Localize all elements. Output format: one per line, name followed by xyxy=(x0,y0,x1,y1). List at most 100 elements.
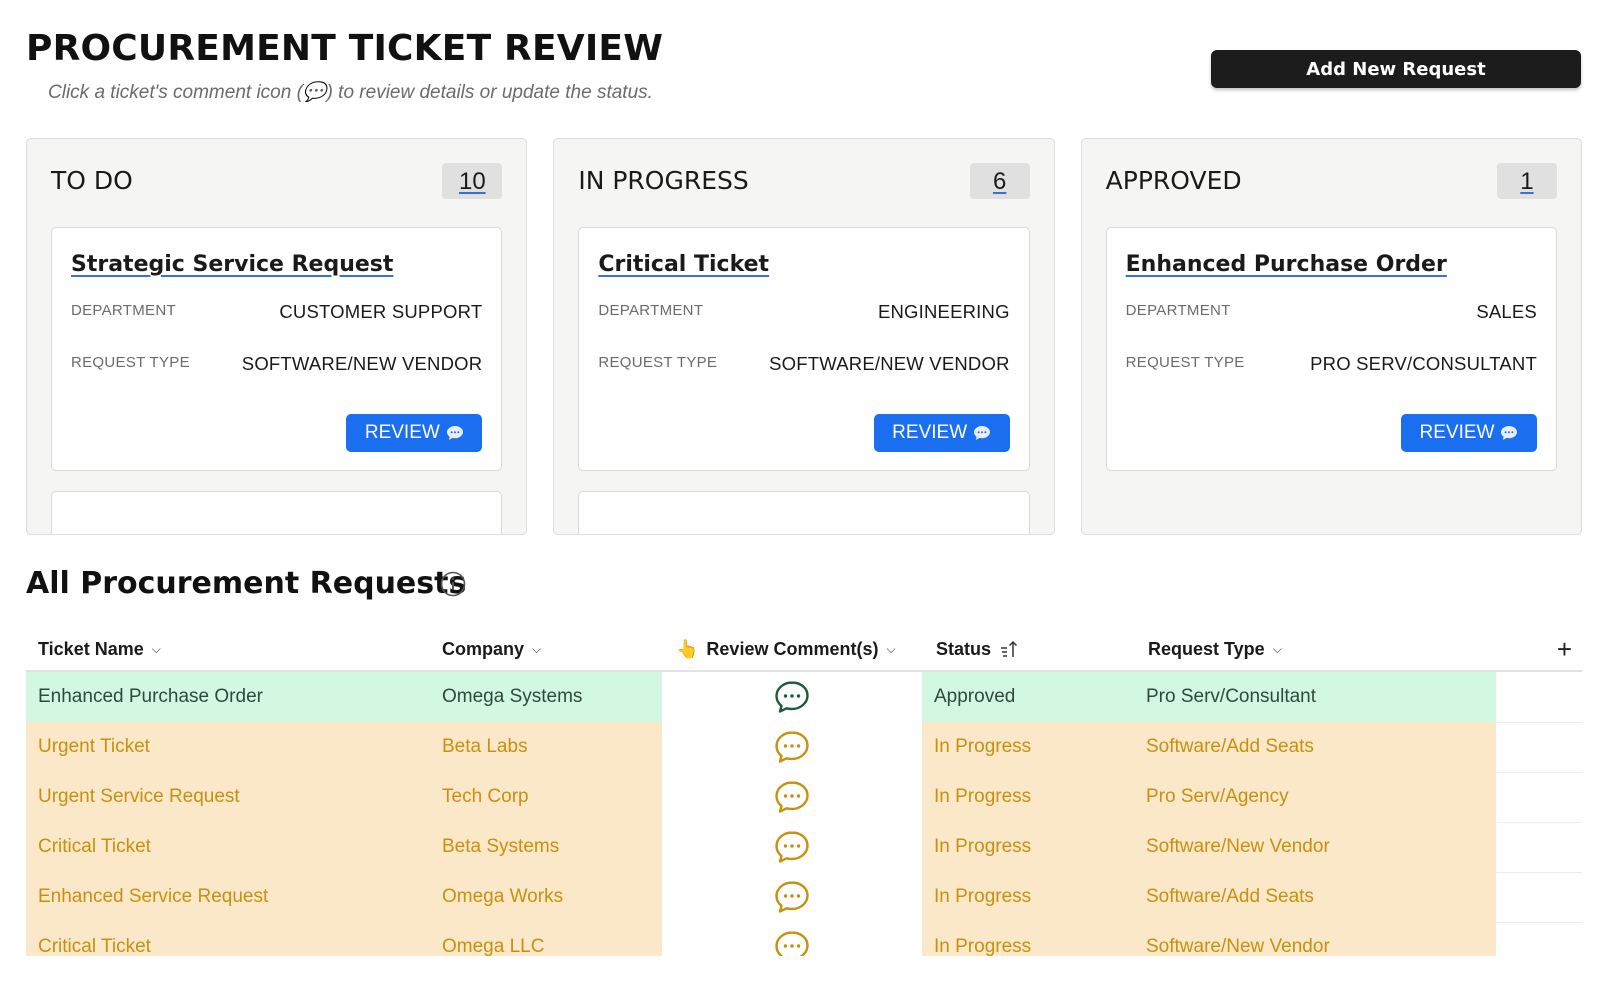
column-header-company[interactable]: Company ⌵ xyxy=(442,628,541,670)
column-header-label: Review Comment(s) xyxy=(706,639,879,659)
request-type-label: REQUEST TYPE xyxy=(71,354,190,371)
ticket-card-title[interactable]: Strategic Service Request xyxy=(71,252,393,277)
ticket-card: Enhanced Purchase Order DEPARTMENT SALES… xyxy=(1105,227,1557,471)
department-label: DEPARTMENT xyxy=(1125,302,1231,319)
table-row[interactable]: Urgent Service Request Tech Corp In Progre… xyxy=(26,772,1582,823)
table-row[interactable]: Enhanced Service Request Omega Works In Pr… xyxy=(26,872,1582,923)
ticket-card-title[interactable]: Enhanced Purchase Order xyxy=(1126,252,1447,277)
ticket-card: Critical Ticket DEPARTMENT ENGINEERING R… xyxy=(578,227,1030,471)
table-header: Ticket Name ⌵ Company ⌵ 👆 Review Comment… xyxy=(26,628,1582,672)
column-title: IN PROGRESS xyxy=(578,166,749,195)
table-row[interactable]: Critical Ticket Beta Systems In Progress So… xyxy=(26,822,1582,873)
cell-request-type[interactable]: Software/New Vendor xyxy=(1134,922,1496,956)
table-row[interactable]: Urgent Ticket Beta Labs In Progress Softwar… xyxy=(26,722,1582,773)
cell-request-type[interactable]: Software/Add Seats xyxy=(1134,722,1496,772)
column-count-badge[interactable]: 6 xyxy=(969,163,1030,199)
speech-bubble-icon xyxy=(1501,426,1518,440)
table-row[interactable]: Enhanced Purchase Order Omega Systems Appr… xyxy=(26,672,1582,723)
comment-icon[interactable] xyxy=(774,730,810,764)
cell-status[interactable]: In Progress xyxy=(922,922,1134,956)
request-type-value: PRO SERV/CONSULTANT xyxy=(1310,353,1537,374)
column-header-label: Status xyxy=(936,639,992,659)
ticket-card-title[interactable]: Critical Ticket xyxy=(598,252,769,277)
page-title: PROCUREMENT TICKET REVIEW xyxy=(26,28,664,69)
cell-status[interactable]: In Progress xyxy=(922,822,1134,872)
request-type-label: REQUEST TYPE xyxy=(598,354,718,371)
cell-ticket-name[interactable]: Enhanced Purchase Order xyxy=(26,672,430,722)
cell-review-comments xyxy=(662,872,922,922)
cell-status[interactable]: In Progress xyxy=(922,722,1134,772)
speech-bubble-icon xyxy=(974,426,991,440)
cell-review-comments xyxy=(662,672,922,722)
column-title: APPROVED xyxy=(1105,166,1242,195)
cell-ticket-name[interactable]: Urgent Ticket xyxy=(26,722,430,772)
cell-ticket-name[interactable]: Urgent Service Request xyxy=(26,772,430,822)
ticket-card-partial xyxy=(578,491,1030,534)
cell-company[interactable]: Beta Systems xyxy=(430,822,662,872)
column-count-badge[interactable]: 10 xyxy=(442,163,503,199)
department-value: CUSTOMER SUPPORT xyxy=(279,301,483,322)
cell-status[interactable]: Approved xyxy=(922,672,1134,722)
chevron-down-icon: ⌵ xyxy=(532,642,542,656)
cell-status[interactable]: In Progress xyxy=(922,872,1134,922)
review-button-label: REVIEW xyxy=(364,422,440,443)
chevron-down-icon: ⌵ xyxy=(151,642,161,656)
procurement-requests-table: Ticket Name ⌵ Company ⌵ 👆 Review Comment… xyxy=(26,628,1582,956)
sort-ascending-icon xyxy=(1001,640,1018,657)
review-button-label: REVIEW xyxy=(892,422,968,443)
pointing-hand-icon: 👆 xyxy=(676,639,699,659)
cell-company[interactable]: Beta Labs xyxy=(430,722,662,772)
comment-icon[interactable] xyxy=(774,830,810,864)
chevron-down-icon: ⌵ xyxy=(886,642,896,656)
ticket-card-partial xyxy=(51,491,503,534)
cell-ticket-name[interactable]: Critical Ticket xyxy=(26,822,430,872)
cell-ticket-name[interactable]: Enhanced Service Request xyxy=(26,872,430,922)
cell-status[interactable]: In Progress xyxy=(922,772,1134,822)
cell-request-type[interactable]: Pro Serv/Consultant xyxy=(1134,672,1496,722)
column-header-ticket-name[interactable]: Ticket Name ⌵ xyxy=(38,628,161,670)
info-icon[interactable] xyxy=(440,571,466,597)
cell-ticket-name[interactable]: Critical Ticket xyxy=(26,922,430,956)
column-header-label: Company xyxy=(442,639,525,659)
section-title: All Procurement Requests xyxy=(26,566,467,601)
department-value: ENGINEERING xyxy=(877,301,1010,322)
cell-company[interactable]: Omega Works xyxy=(430,872,662,922)
cell-request-type[interactable]: Software/Add Seats xyxy=(1134,872,1496,922)
speech-bubble-icon xyxy=(446,426,463,440)
ticket-card: Strategic Service Request DEPARTMENT CUS… xyxy=(51,227,503,471)
review-button[interactable]: REVIEW xyxy=(346,414,483,452)
column-header-request-type[interactable]: Request Type ⌵ xyxy=(1148,628,1282,670)
comment-icon[interactable] xyxy=(774,680,810,714)
table-row[interactable]: Critical Ticket Omega LLC In Progress Softw… xyxy=(26,922,1582,956)
request-type-label: REQUEST TYPE xyxy=(1125,354,1245,371)
column-title: TO DO xyxy=(51,166,133,195)
comment-icon[interactable] xyxy=(774,930,810,956)
kanban-column-approved: APPROVED 1 Enhanced Purchase Order DEPAR… xyxy=(1080,138,1582,535)
add-column-plus-icon[interactable]: + xyxy=(1557,628,1572,670)
request-type-value: SOFTWARE/NEW VENDOR xyxy=(241,353,483,374)
review-button[interactable]: REVIEW xyxy=(873,414,1010,452)
department-label: DEPARTMENT xyxy=(71,302,176,319)
review-button[interactable]: REVIEW xyxy=(1400,414,1537,452)
column-count-badge[interactable]: 1 xyxy=(1496,163,1557,199)
cell-request-type[interactable]: Software/New Vendor xyxy=(1134,822,1496,872)
comment-icon[interactable] xyxy=(774,780,810,814)
cell-company[interactable]: Omega Systems xyxy=(430,672,662,722)
cell-review-comments xyxy=(662,722,922,772)
column-header-review-comments[interactable]: 👆 Review Comment(s) ⌵ xyxy=(676,628,896,670)
review-button-label: REVIEW xyxy=(1419,422,1495,443)
kanban-board: TO DO 10 Strategic Service Request DEPAR… xyxy=(26,138,1582,535)
add-new-request-button[interactable]: Add New Request xyxy=(1211,50,1581,88)
cell-company[interactable]: Omega LLC xyxy=(430,922,662,956)
cell-review-comments xyxy=(662,822,922,872)
column-header-label: Request Type xyxy=(1148,639,1265,659)
column-header-status[interactable]: Status xyxy=(936,628,1019,670)
comment-icon[interactable] xyxy=(774,880,810,914)
request-type-value: SOFTWARE/NEW VENDOR xyxy=(769,353,1010,374)
cell-review-comments xyxy=(662,922,922,956)
cell-request-type[interactable]: Pro Serv/Agency xyxy=(1134,772,1496,822)
chevron-down-icon: ⌵ xyxy=(1272,642,1282,656)
kanban-column-to-do: TO DO 10 Strategic Service Request DEPAR… xyxy=(26,138,528,535)
cell-company[interactable]: Tech Corp xyxy=(430,772,662,822)
department-label: DEPARTMENT xyxy=(598,302,704,319)
